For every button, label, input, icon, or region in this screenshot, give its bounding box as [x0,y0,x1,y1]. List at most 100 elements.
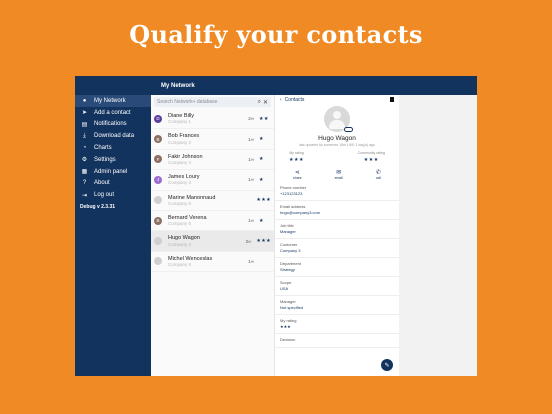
search-icon[interactable]: ⌕ [258,99,261,106]
detail-field-email-address: Email address hugo@company3.com [275,201,399,220]
sidebar-item-download-data[interactable]: ⤓ Download data [75,130,151,142]
field-value: Company 3 [280,248,301,253]
sidebar-item-log-out[interactable]: ⇥ Log out [75,189,151,201]
link-icon: ∞ [250,177,254,183]
edit-icon: ✎ [384,362,390,369]
avatar: B [154,216,162,225]
detail-field-my-rating: My rating ★★★ [275,315,399,334]
network-badge-icon [344,127,353,132]
contact-company: Company 6 [168,221,192,227]
action-label: email [334,176,343,180]
contact-detail: ‹ Contacts Hugo Wagon last updated by so… [274,95,399,376]
avatar: F [154,155,162,164]
field-value: hugo@company3.com [280,210,321,215]
app-window: ● My Network ➤ Add a contact ▤ Notifications ⤓… [75,76,477,376]
list-item[interactable]: J James Loury Company 4 1∞ ★ [151,170,274,191]
list-item[interactable]: Hugo Wagon Company 3 2∞ ★★★ [151,231,274,252]
list-item[interactable]: Michel Wenceslas Company 8 1∞ [151,252,274,273]
my-rating-stars[interactable]: ★★★ [289,157,304,163]
help-icon: ? [82,180,87,187]
chevron-left-icon[interactable]: ‹ [280,97,282,103]
link-icon: ∞ [250,258,254,264]
link-icon: ∞ [250,218,254,224]
search-bar[interactable]: Search Network+ database ⌕ ✕ [154,97,271,107]
avatar [324,106,353,132]
admin-icon: ▦ [81,169,88,176]
field-label: Job title [280,223,294,228]
sidebar-item-label: Download data [94,133,135,140]
avatar: B [154,135,162,144]
call-button[interactable]: ✆ call [376,169,381,180]
back-button[interactable]: Contacts [285,97,305,103]
field-label: Manager [280,299,296,304]
page-title: My Network [151,76,477,95]
logout-icon: ⇥ [81,192,88,199]
phone-icon: ✆ [375,170,381,176]
rating-stars: ★ [259,176,264,183]
gear-icon: ⚙ [81,157,88,164]
detail-field-decision: Decision [275,334,399,348]
avatar: J [154,175,162,184]
sidebar-item-admin-panel[interactable]: ▦ Admin panel [75,166,151,178]
rating-stars: ★★★ [256,197,271,204]
sidebar-item-label: My Network [94,97,126,104]
sidebar-item-charts[interactable]: ◔ Charts [75,142,151,154]
detail-field-scope: Scope USA [275,277,399,296]
list-item[interactable]: B Bob Frances Company 2 1∞ ★ [151,129,274,150]
rating-stars: ★ [259,217,264,224]
list-item[interactable]: B Bernard Verena Company 6 1∞ ★ [151,211,274,232]
connection-count: 2∞ [245,238,252,244]
detail-field-manager: Manager Not specified [275,296,399,315]
close-icon[interactable]: ✕ [263,99,268,106]
connection-count: 2∞ [248,116,254,122]
detail-field-job-title: Job title Manager [275,220,399,239]
sidebar-item-settings[interactable]: ⚙ Settings [75,154,151,166]
link-icon: ∞ [250,116,254,122]
download-icon: ⤓ [83,132,86,139]
sidebar-item-about[interactable]: ? About [75,178,151,190]
search-input[interactable]: Search Network+ database [157,99,256,105]
contact-company: Company 4 [168,180,192,186]
message-icon: ▤ [81,121,88,128]
sidebar-item-notifications[interactable]: ▤ Notifications [75,119,151,131]
link-icon: ∞ [250,136,254,142]
connection-count: 1∞ [248,218,254,224]
person-circle-icon: ● [82,97,87,104]
sidebar-item-add-a-contact[interactable]: ➤ Add a contact [75,107,151,119]
share-button[interactable]: ⋖ share [293,169,302,180]
field-label: Scope [280,280,292,285]
sidebar-item-label: Add a contact [94,109,131,116]
action-label: call [375,176,381,180]
connection-count: 1∞ [248,177,254,183]
rating-stars: ★ [259,156,264,163]
contact-list: Search Network+ database ⌕ ✕ D Diane Bill… [151,95,274,376]
field-label: Email address [280,204,306,209]
rating-stars: ★★★ [256,238,271,245]
email-button[interactable]: ✉ email [335,169,343,180]
contact-company: Company 5 [168,200,192,206]
sidebar-item-label: Admin panel [94,168,128,175]
list-item[interactable]: Marine Manonnaud Company 5 ★★★ [151,191,274,211]
edit-button[interactable]: ✎ [381,359,393,371]
trash-icon[interactable] [390,97,394,102]
list-item[interactable]: F Fakir Johnson Company 3 1∞ ★ [151,150,274,171]
community-rating-stars: ★★★ [363,157,379,163]
detail-field-customer: Customer Company 3 [275,239,399,258]
avatar [154,237,162,246]
contact-company: Company 3 [168,241,192,247]
field-label: My rating [280,318,297,323]
connection-count: 1∞ [248,156,254,162]
field-label: Phone number [280,185,307,190]
field-value: Manager [280,229,296,234]
rating-stars: ★ [259,136,264,143]
sidebar-item-label: Notifications [94,121,127,128]
detail-field-department: Department Strategy [275,258,399,277]
share-icon: ⋖ [294,170,300,176]
avatar [154,257,162,266]
contact-name: Hugo Wagon [318,135,356,142]
field-value: Strategy [280,267,295,272]
sidebar-item-label: Settings [94,156,116,163]
list-item[interactable]: D Diane Billy Company 1 2∞ ★★ [151,109,274,130]
sidebar-item-my-network[interactable]: ● My Network [75,95,151,107]
field-value: ★★★ [280,324,291,329]
